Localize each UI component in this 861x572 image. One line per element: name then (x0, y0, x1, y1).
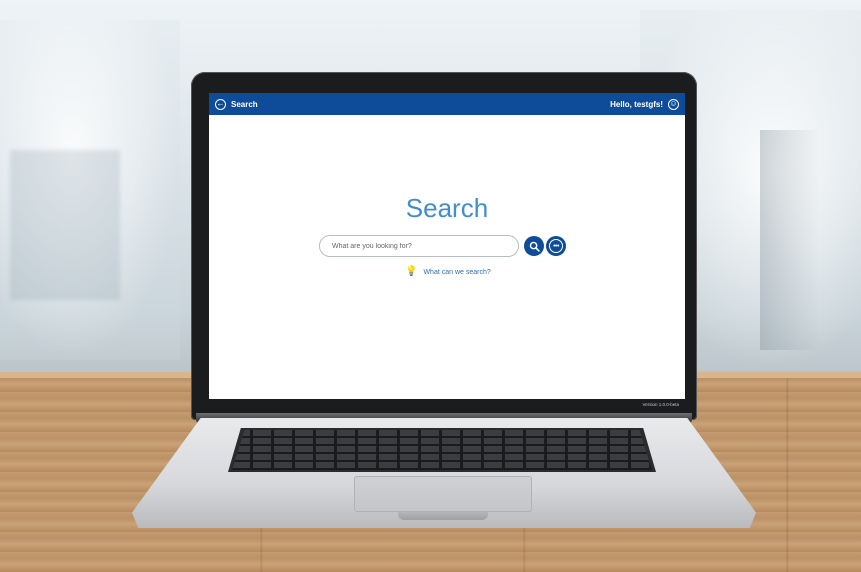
search-hint-link[interactable]: 💡 What can we search? (405, 267, 491, 277)
trackpad (354, 476, 532, 512)
search-input[interactable] (330, 241, 508, 251)
hint-text[interactable]: What can we search? (423, 269, 490, 276)
page-title: Search (405, 193, 489, 223)
lid-notch (398, 512, 488, 520)
header-title: Search (231, 99, 258, 109)
more-options-icon: ••• (549, 239, 563, 253)
status-bar: Version 1.0.0-beta (209, 399, 685, 409)
user-greeting: Hello, testgfs! (610, 99, 663, 109)
search-field[interactable] (319, 235, 519, 257)
user-circle-icon[interactable]: ☺ (668, 98, 679, 110)
header-left: ← Search (215, 98, 258, 110)
more-options-button[interactable]: ••• (546, 236, 566, 256)
lightbulb-icon: 💡 (405, 266, 418, 277)
app-screen: ← Search Hello, testgfs! ☺ Search ••• 💡 … (209, 93, 685, 409)
header-right: Hello, testgfs! ☺ (610, 98, 679, 110)
app-header: ← Search Hello, testgfs! ☺ (209, 93, 685, 115)
back-arrow-icon[interactable]: ← (215, 98, 226, 110)
search-button[interactable] (524, 236, 544, 256)
search-icon (529, 241, 540, 252)
version-label: Version 1.0.0-beta (642, 401, 679, 407)
